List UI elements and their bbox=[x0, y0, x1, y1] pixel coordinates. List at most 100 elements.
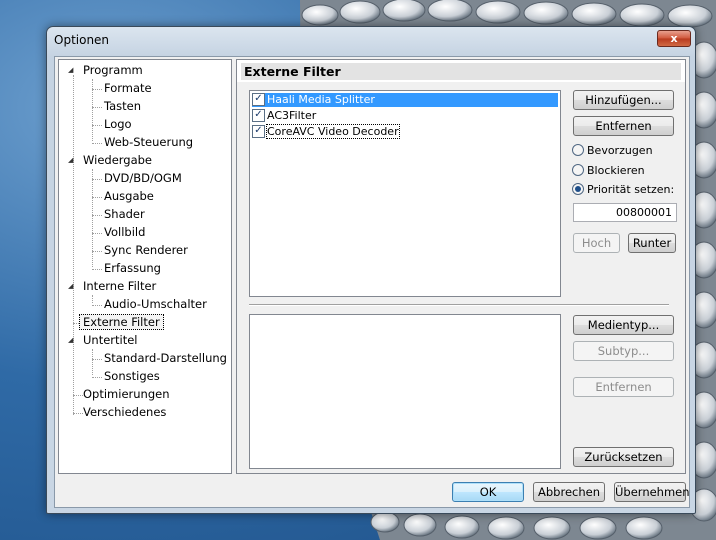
tree-connector bbox=[92, 179, 102, 180]
block-radio[interactable]: Blockieren bbox=[572, 163, 645, 179]
tree-item-web-steuerung[interactable]: Web-Steuerung bbox=[104, 134, 193, 151]
tree-connector bbox=[92, 215, 102, 216]
tree-item-label: Untertitel bbox=[83, 333, 138, 347]
set-priority-radio[interactable]: Priorität setzen: bbox=[572, 182, 674, 198]
window-title: Optionen bbox=[54, 33, 110, 47]
collapse-icon[interactable]: ◢ bbox=[68, 62, 73, 79]
tree-item-label: Programm bbox=[83, 63, 143, 77]
close-icon: x bbox=[670, 32, 678, 45]
media-type-button[interactable]: Medientyp... bbox=[573, 315, 674, 335]
filter-checkbox[interactable]: ✓ bbox=[252, 92, 265, 106]
filter-list[interactable]: ✓ Haali Media Splitter ✓ AC3Filter ✓ CoreAV… bbox=[249, 90, 561, 297]
move-up-button[interactable]: Hoch bbox=[573, 233, 620, 253]
tree-item-verschiedenes[interactable]: Verschiedenes bbox=[83, 404, 166, 421]
tree-item-label: Erfassung bbox=[104, 261, 161, 275]
media-type-list[interactable] bbox=[249, 314, 561, 469]
tree-item-sonstiges[interactable]: Sonstiges bbox=[104, 368, 160, 385]
tree-item-label: Web-Steuerung bbox=[104, 135, 194, 149]
options-tree: ◢ Programm Formate Tasten Logo Web-Steue… bbox=[58, 59, 232, 474]
dialog-client: ◢ Programm Formate Tasten Logo Web-Steue… bbox=[54, 56, 690, 508]
tree-item-label: Interne Filter bbox=[83, 279, 157, 293]
tree-connector bbox=[92, 107, 102, 108]
filter-name: AC3Filter bbox=[267, 109, 317, 122]
tree-item-label: Tasten bbox=[104, 99, 142, 113]
remove-type-button[interactable]: Entfernen bbox=[573, 377, 674, 397]
filter-row[interactable]: ✓ AC3Filter bbox=[252, 108, 558, 123]
tree-item-tasten[interactable]: Tasten bbox=[104, 98, 141, 115]
options-dialog: Optionen x ◢ Programm Formate Tasten Log… bbox=[46, 26, 696, 514]
title-bar[interactable]: Optionen x bbox=[47, 27, 695, 53]
filter-name: Haali Media Splitter bbox=[267, 93, 375, 106]
tree-connector bbox=[92, 377, 102, 378]
priority-input[interactable]: 00800001 bbox=[573, 203, 677, 222]
prefer-radio[interactable]: Bevorzugen bbox=[572, 143, 653, 159]
tree-item-audio-umschalter[interactable]: Audio-Umschalter bbox=[104, 296, 207, 313]
tree-item-label: Standard-Darstellung bbox=[104, 351, 227, 365]
collapse-icon[interactable]: ◢ bbox=[68, 332, 73, 349]
external-filters-panel: Externe Filter ✓ Haali Media Splitter ✓ AC… bbox=[236, 59, 686, 474]
tree-item-label: Logo bbox=[104, 117, 132, 131]
tree-item-vollbild[interactable]: Vollbild bbox=[104, 224, 145, 241]
tree-connector bbox=[92, 359, 102, 360]
add-filter-button[interactable]: Hinzufügen... bbox=[573, 90, 674, 110]
tree-item-label: Formate bbox=[104, 81, 152, 95]
tree-item-ausgabe[interactable]: Ausgabe bbox=[104, 188, 154, 205]
tree-item-logo[interactable]: Logo bbox=[104, 116, 132, 133]
tree-item-label: Optimierungen bbox=[83, 387, 170, 401]
tree-connector bbox=[92, 305, 102, 306]
tree-item-label: Verschiedenes bbox=[83, 405, 167, 419]
tree-item-label: Sync Renderer bbox=[104, 243, 188, 257]
tree-item-externe-filter[interactable]: Externe Filter bbox=[79, 314, 164, 331]
filter-checkbox[interactable]: ✓ bbox=[252, 108, 265, 122]
cancel-button[interactable]: Abbrechen bbox=[533, 482, 605, 502]
tree-connector bbox=[73, 413, 83, 414]
radio-label: Blockieren bbox=[587, 164, 645, 177]
tree-item-label: Ausgabe bbox=[104, 189, 154, 203]
remove-filter-button[interactable]: Entfernen bbox=[573, 116, 674, 136]
tree-connector bbox=[73, 75, 74, 415]
close-button[interactable]: x bbox=[657, 30, 691, 47]
collapse-icon[interactable]: ◢ bbox=[68, 152, 73, 169]
collapse-icon[interactable]: ◢ bbox=[68, 278, 73, 295]
apply-button[interactable]: Übernehmen bbox=[614, 482, 690, 502]
tree-connector bbox=[92, 143, 102, 144]
tree-item-label: Audio-Umschalter bbox=[104, 297, 207, 311]
radio-circle[interactable] bbox=[572, 144, 584, 156]
tree-item-shader[interactable]: Shader bbox=[104, 206, 145, 223]
tree-item-formate[interactable]: Formate bbox=[104, 80, 152, 97]
section-divider bbox=[249, 304, 669, 306]
radio-label: Priorität setzen: bbox=[587, 183, 675, 196]
subtype-button[interactable]: Subtyp... bbox=[573, 341, 674, 361]
tree-item-label: Vollbild bbox=[104, 225, 146, 239]
tree-connector bbox=[92, 89, 102, 90]
filter-row[interactable]: ✓ CoreAVC Video Decoder bbox=[252, 124, 558, 139]
tree-connector bbox=[92, 197, 102, 198]
tree-connector bbox=[92, 125, 102, 126]
filter-row[interactable]: ✓ Haali Media Splitter bbox=[252, 92, 558, 107]
filter-checkbox[interactable]: ✓ bbox=[252, 124, 265, 138]
tree-item-optimierungen[interactable]: Optimierungen bbox=[83, 386, 170, 403]
panel-title: Externe Filter bbox=[241, 63, 681, 80]
tree-connector bbox=[92, 251, 102, 252]
radio-label: Bevorzugen bbox=[587, 144, 653, 157]
tree-item-erfassung[interactable]: Erfassung bbox=[104, 260, 161, 277]
reset-button[interactable]: Zurücksetzen bbox=[573, 447, 674, 467]
radio-circle[interactable] bbox=[572, 164, 584, 176]
tree-item-standard-darstellung[interactable]: Standard-Darstellung bbox=[104, 350, 227, 367]
tree-connector bbox=[92, 233, 102, 234]
tree-item-label: Shader bbox=[104, 207, 145, 221]
tree-connector bbox=[92, 169, 93, 267]
tree-item-sync-renderer[interactable]: Sync Renderer bbox=[104, 242, 188, 259]
move-down-button[interactable]: Runter bbox=[628, 233, 676, 253]
tree-connector bbox=[92, 269, 102, 270]
ok-button[interactable]: OK bbox=[452, 482, 524, 502]
tree-connector bbox=[73, 395, 83, 396]
tree-item-label: Wiedergabe bbox=[83, 153, 153, 167]
filter-name: CoreAVC Video Decoder bbox=[266, 124, 400, 139]
tree-item-dvd-bd-ogm[interactable]: DVD/BD/OGM bbox=[104, 170, 182, 187]
radio-circle[interactable] bbox=[572, 183, 584, 195]
tree-connector bbox=[92, 295, 93, 303]
panel-body: ✓ Haali Media Splitter ✓ AC3Filter ✓ CoreAV… bbox=[237, 82, 685, 473]
tree-item-label: DVD/BD/OGM bbox=[104, 171, 182, 185]
tree-connector bbox=[92, 349, 93, 375]
